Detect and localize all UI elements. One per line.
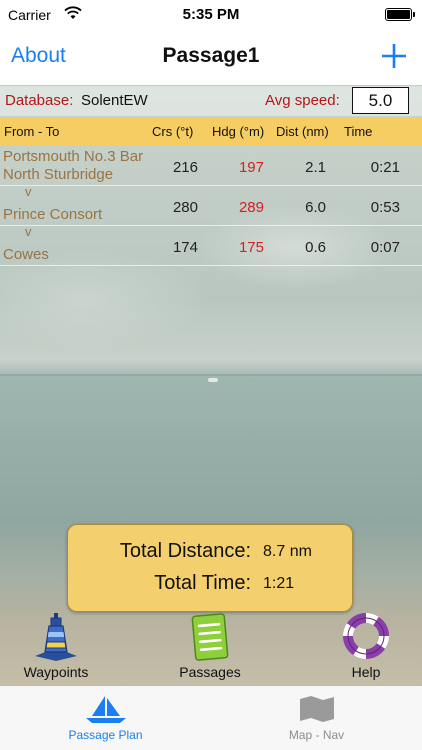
leg-distance: 6.0	[305, 199, 326, 216]
header-hdg: Hdg (°m)	[212, 124, 265, 139]
leg-heading: 197	[238, 159, 264, 176]
distant-boat	[208, 378, 218, 382]
leg-course: 216	[172, 159, 198, 176]
leg-from: Portsmouth No.3 Bar	[3, 148, 144, 165]
header-dist: Dist (nm)	[276, 124, 329, 139]
leg-to: Cowes	[3, 246, 49, 263]
header-crs: Crs (°t)	[152, 124, 194, 139]
leg-heading: 175	[238, 239, 264, 256]
lifebuoy-icon	[342, 612, 390, 660]
leg-separator: v	[25, 224, 32, 239]
sailboat-icon	[85, 696, 126, 723]
tab-map-nav-label: Map - Nav	[288, 728, 345, 742]
help-button[interactable]: Help	[316, 612, 416, 682]
header-time: Time	[344, 124, 373, 139]
horizon-line	[0, 374, 422, 376]
database-label: Database:	[5, 92, 74, 109]
table-row[interactable]: v Cowes 174 175 0.6 0:07	[0, 224, 422, 266]
table-header: From - To Crs (°t) Hdg (°m) Dist (nm) Ti…	[0, 117, 422, 145]
help-label: Help	[351, 664, 381, 680]
info-row: Database: SolentEW Avg speed: 5.0	[0, 86, 422, 116]
leg-distance: 0.6	[305, 239, 326, 256]
total-distance-value: 8.7 nm	[263, 543, 312, 560]
passages-button[interactable]: Passages	[160, 612, 260, 682]
total-time-value: 1:21	[263, 575, 295, 592]
tab-map-nav[interactable]: Map - Nav	[211, 686, 422, 750]
waypoints-label: Waypoints	[23, 664, 89, 680]
leg-course: 174	[172, 239, 198, 256]
total-time-label: Total Time:	[154, 572, 251, 594]
passages-label: Passages	[179, 664, 241, 680]
database-value[interactable]: SolentEW	[81, 92, 148, 109]
leg-to: Prince Consort	[3, 206, 103, 223]
total-distance-label: Total Distance:	[119, 540, 251, 562]
status-time: 5:35 PM	[182, 6, 240, 23]
buoy-icon	[35, 613, 77, 661]
leg-to: North Sturbridge	[3, 166, 114, 183]
leg-distance: 2.1	[305, 159, 326, 176]
leg-time: 0:53	[370, 199, 400, 216]
plus-icon[interactable]	[376, 38, 412, 74]
battery-icon	[385, 8, 415, 21]
leg-time: 0:21	[370, 159, 400, 176]
waypoints-button[interactable]: Waypoints	[6, 612, 106, 682]
navigation-bar: About Passage1	[0, 30, 422, 86]
tab-bar: Passage Plan Map - Nav	[0, 685, 422, 750]
leg-heading: 289	[238, 199, 264, 216]
avg-speed-label: Avg speed:	[265, 92, 340, 109]
tab-passage-plan-label: Passage Plan	[68, 728, 143, 742]
leg-separator: v	[25, 184, 32, 199]
map-icon	[299, 696, 334, 722]
leg-time: 0:07	[370, 239, 400, 256]
avg-speed-field[interactable]: 5.0	[352, 87, 409, 114]
status-bar: Carrier 5:35 PM	[0, 0, 422, 30]
leg-course: 280	[172, 199, 198, 216]
table-row[interactable]: v Prince Consort 280 289 6.0 0:53	[0, 184, 422, 226]
page-title: Passage1	[162, 44, 260, 67]
header-from-to: From - To	[4, 124, 60, 139]
totals-panel: Total Distance: 8.7 nm Total Time: 1:21	[67, 524, 353, 612]
notepad-icon	[191, 613, 229, 661]
table-row[interactable]: Portsmouth No.3 Bar North Sturbridge 216…	[0, 146, 422, 186]
tab-passage-plan[interactable]: Passage Plan	[0, 686, 211, 750]
